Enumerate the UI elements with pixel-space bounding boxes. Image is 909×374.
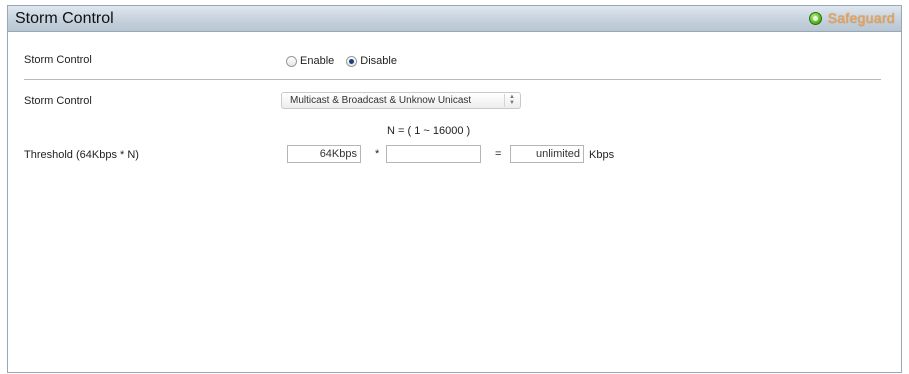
n-range-hint: N = ( 1 ~ 16000 ) (387, 125, 471, 137)
divider (24, 79, 881, 80)
storm-control-type-label: Storm Control (24, 95, 92, 107)
threshold-label: Threshold (64Kbps * N) (24, 149, 139, 161)
page-title: Storm Control (15, 10, 114, 27)
status-indicator-icon (808, 11, 822, 25)
storm-control-type-select[interactable]: Multicast & Broadcast & Unknow Unicast ▲… (281, 92, 521, 109)
safeguard-label: Safeguard (827, 10, 895, 26)
safeguard-status[interactable]: Safeguard (808, 10, 895, 26)
threshold-unit: Kbps (589, 149, 615, 161)
storm-control-panel: Storm Control Safeguard (7, 5, 902, 373)
disable-radio[interactable] (346, 55, 358, 67)
base-rate-field: 64Kbps (287, 145, 361, 163)
disable-radio-label[interactable]: Disable (360, 55, 397, 67)
select-arrows-icon: ▲ ▼ (504, 94, 516, 107)
storm-control-label: Storm Control (24, 54, 92, 66)
enable-radio-label[interactable]: Enable (300, 55, 334, 67)
equals-symbol: = (495, 148, 502, 160)
threshold-n-input[interactable] (386, 145, 481, 163)
enable-radio[interactable] (286, 55, 297, 67)
title-bar: Storm Control Safeguard (8, 6, 901, 32)
multiply-symbol: * (375, 148, 380, 160)
storm-control-type-value: Multicast & Broadcast & Unknow Unicast (290, 95, 472, 106)
threshold-result-field: unlimited (510, 145, 584, 163)
storm-control-radio-group: Enable Disable (286, 55, 409, 67)
